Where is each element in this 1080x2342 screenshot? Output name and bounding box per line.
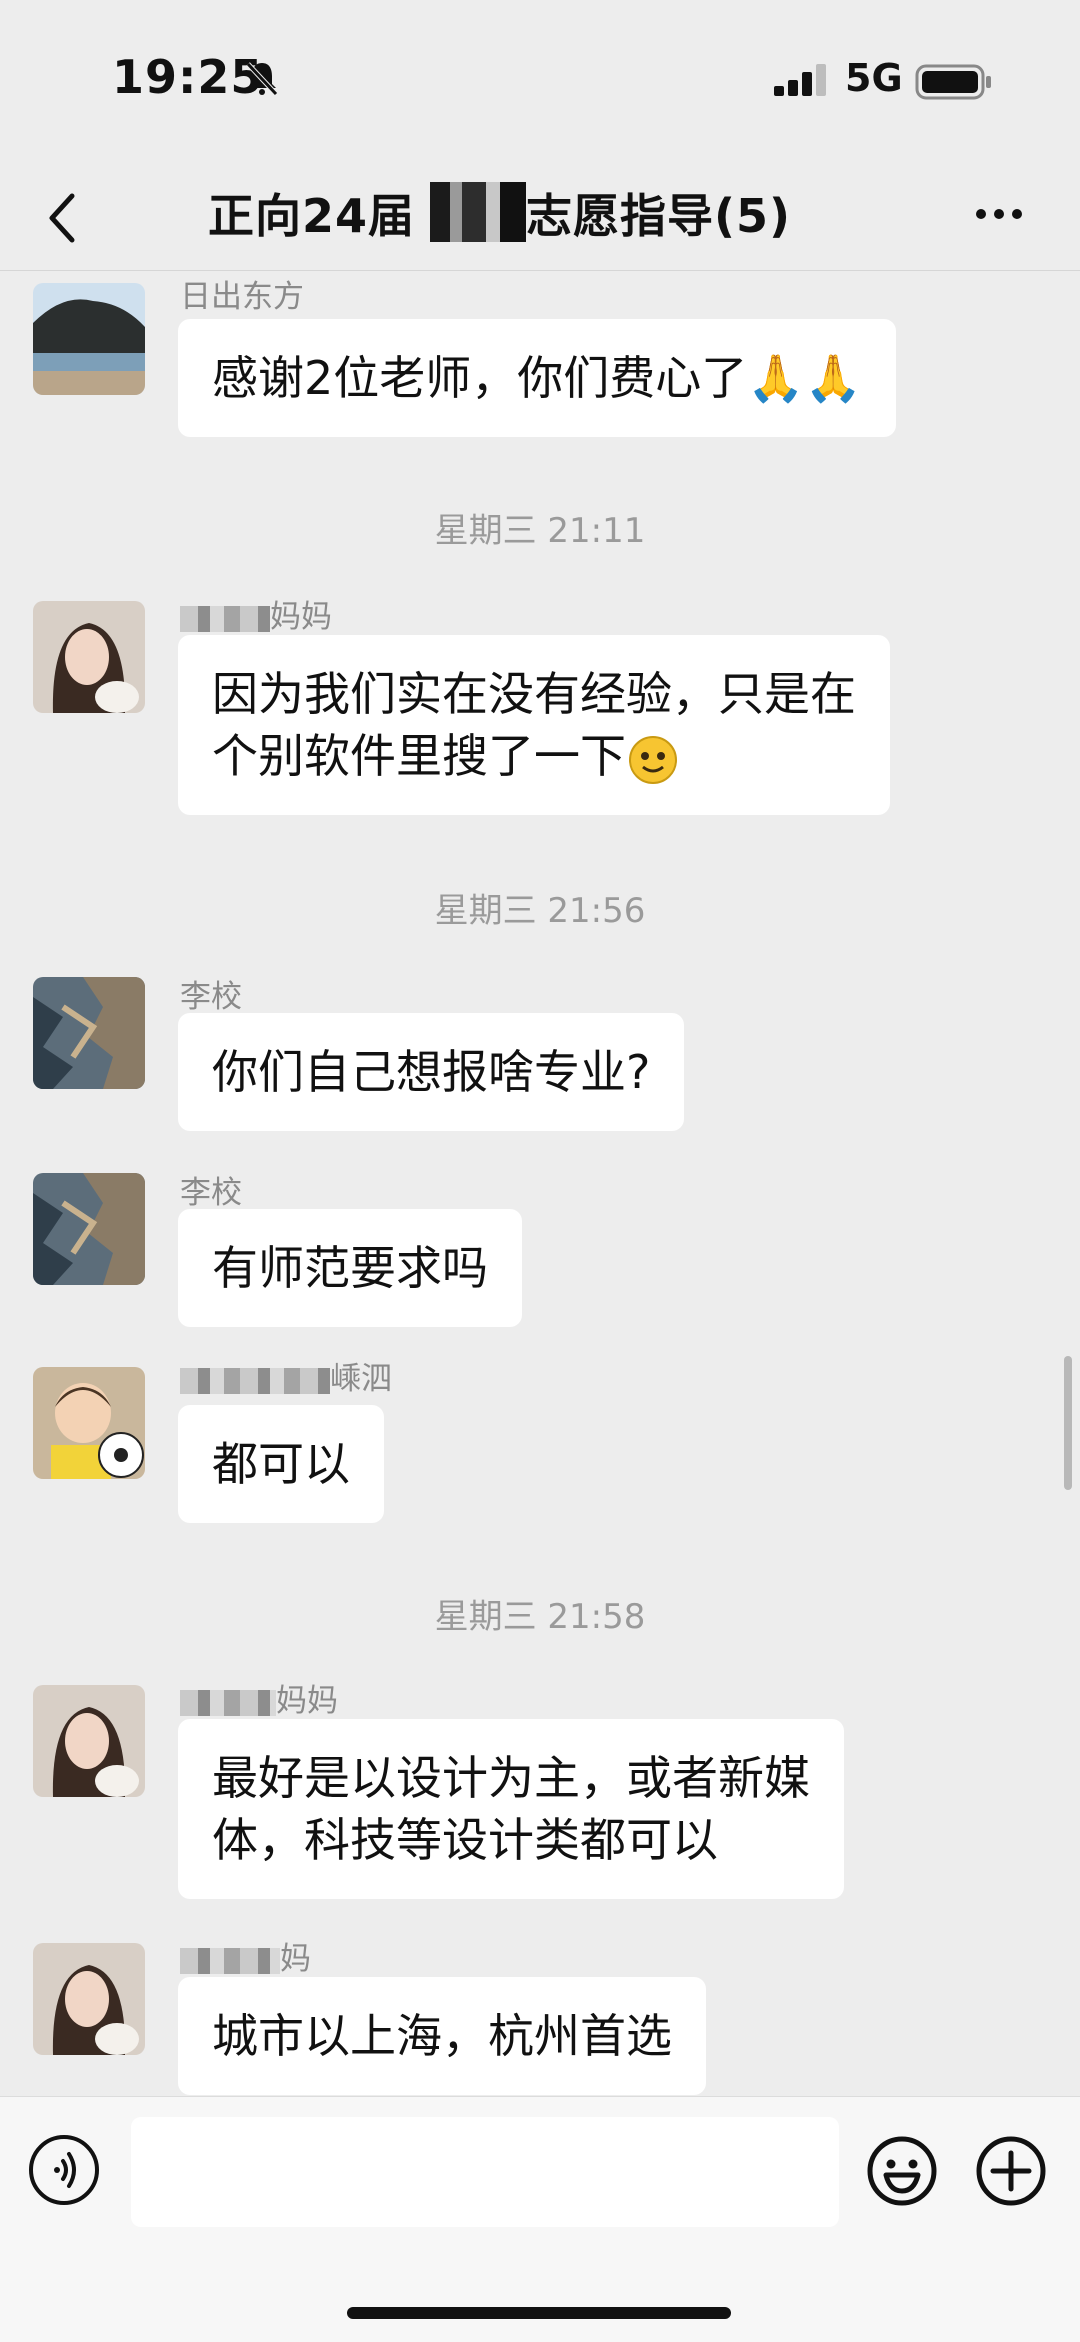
avatar[interactable]: [33, 1685, 145, 1797]
message-bubble[interactable]: 因为我们实在没有经验，只是在 个别软件里搜了一下: [178, 635, 890, 815]
message-text: 你们自己想报啥专业?: [212, 1045, 651, 1099]
home-indicator[interactable]: [347, 2307, 731, 2319]
message-bubble[interactable]: 最好是以设计为主，或者新媒 体，科技等设计类都可以: [178, 1719, 844, 1899]
message-text-line: 体，科技等设计类都可以: [212, 1813, 718, 1867]
message-bubble[interactable]: 你们自己想报啥专业?: [178, 1013, 685, 1131]
message-bubble[interactable]: 城市以上海，杭州首选: [178, 1977, 706, 2095]
status-time: 19:25: [112, 50, 264, 104]
message-list[interactable]: 日出东方 感谢2位老师，你们费心了🙏🙏 星期三 21:11 妈妈 因为我们实在没…: [0, 271, 1080, 2095]
name-redaction: [180, 1367, 330, 1394]
battery-icon: [915, 64, 991, 100]
chat-header: 正向24届 家庭志愿指导(5): [0, 160, 1080, 271]
avatar[interactable]: [33, 1367, 145, 1479]
avatar[interactable]: [33, 977, 145, 1089]
emoji-icon[interactable]: [866, 2135, 938, 2207]
sender-name: 日出东方: [180, 279, 304, 315]
plus-icon[interactable]: [975, 2135, 1047, 2207]
status-bar: 19:25 5G: [0, 0, 1080, 160]
avatar[interactable]: [33, 601, 145, 713]
timestamp: 星期三 21:11: [434, 511, 646, 551]
message-text-line: 因为我们实在没有经验，只是在: [212, 667, 856, 721]
back-icon[interactable]: [40, 188, 90, 248]
voice-icon[interactable]: [29, 2135, 99, 2205]
praying-hands-emoji: 🙏🙏: [747, 351, 862, 405]
timestamp: 星期三 21:58: [434, 1597, 646, 1637]
name-redaction: [180, 1689, 276, 1716]
avatar[interactable]: [33, 1943, 145, 2055]
input-bar: [0, 2096, 1080, 2342]
smile-emoji-icon: [629, 735, 677, 784]
name-redaction: [180, 605, 270, 632]
sender-name: 李校: [180, 1175, 242, 1211]
network-type: 5G: [845, 56, 903, 100]
message-bubble[interactable]: 都可以: [178, 1405, 384, 1523]
avatar[interactable]: [33, 1173, 145, 1285]
avatar[interactable]: [33, 283, 145, 395]
timestamp: 星期三 21:56: [434, 891, 646, 931]
sender-name: 李校: [180, 979, 242, 1015]
message-text-line: 个别软件里搜了一下: [212, 725, 856, 787]
message-bubble[interactable]: 有师范要求吗: [178, 1209, 522, 1327]
message-bubble[interactable]: 感谢2位老师，你们费心了🙏🙏: [178, 319, 896, 437]
message-text: 感谢2位老师，你们费心了: [212, 351, 748, 405]
message-input[interactable]: [131, 2117, 839, 2227]
sender-name: 妈: [180, 1933, 311, 1978]
signal-icon: [774, 64, 826, 96]
sender-name: 妈妈: [180, 1675, 338, 1720]
bell-muted-icon: [246, 62, 278, 96]
sender-name: 嵊泗: [180, 1353, 392, 1398]
scrollbar[interactable]: [1064, 1356, 1072, 1490]
message-text-line: 最好是以设计为主，或者新媒: [212, 1751, 810, 1805]
message-text: 都可以: [212, 1437, 350, 1491]
sender-name: 妈妈: [180, 591, 332, 636]
name-redaction: [180, 1947, 280, 1974]
title-redaction: [430, 182, 526, 242]
message-text: 城市以上海，杭州首选: [212, 2009, 672, 2063]
more-icon[interactable]: [976, 204, 1030, 223]
message-text: 有师范要求吗: [212, 1241, 488, 1295]
